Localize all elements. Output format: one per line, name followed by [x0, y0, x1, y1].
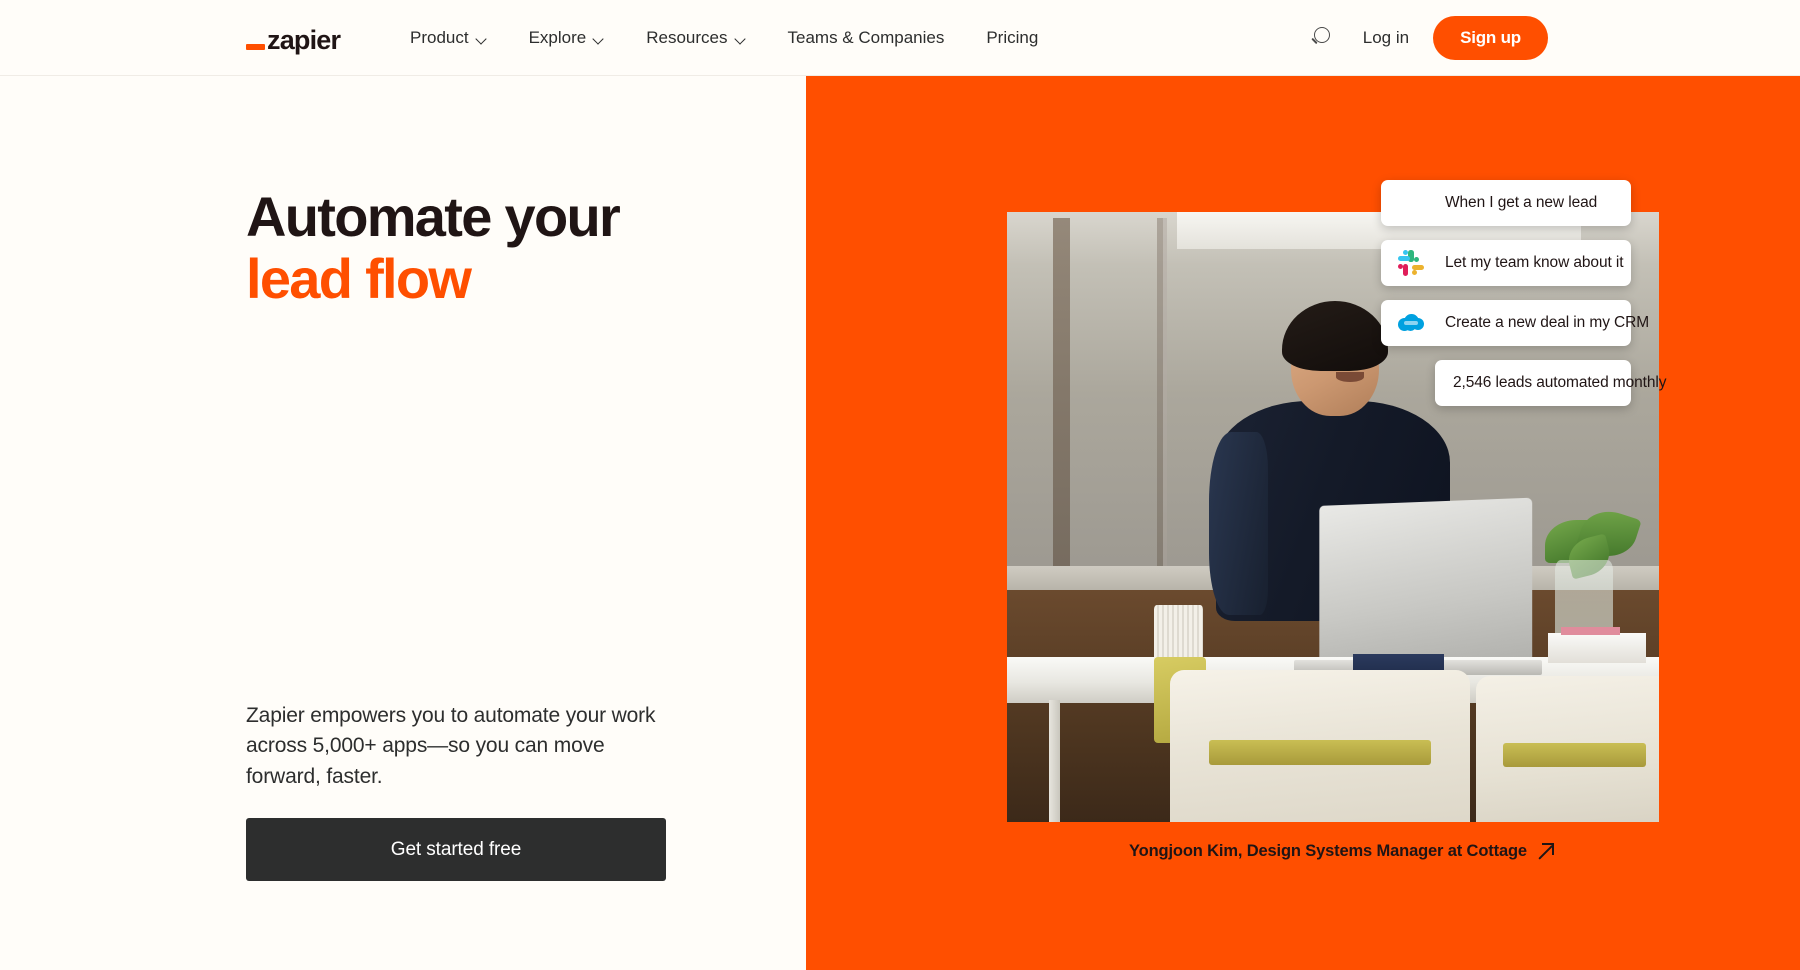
primary-nav: Product Explore Resources Teams & Compan…: [410, 0, 1038, 76]
nav-item-resources[interactable]: Resources: [646, 28, 745, 48]
chevron-down-icon: [593, 35, 604, 42]
headline-line-2: lead flow: [246, 248, 766, 310]
photo-caption-link[interactable]: Yongjoon Kim, Design Systems Manager at …: [1022, 836, 1662, 866]
nav-item-label: Pricing: [986, 28, 1038, 48]
workflow-card-label: Create a new deal in my CRM: [1445, 314, 1649, 332]
photo-papers: [1548, 633, 1646, 664]
photo-person-smile: [1336, 372, 1363, 382]
login-link[interactable]: Log in: [1363, 28, 1409, 48]
workflow-card-stat[interactable]: 2,546 leads automated monthly: [1435, 360, 1631, 406]
photo-papers-accent: [1561, 627, 1620, 636]
workflow-card-label: Let my team know about it: [1445, 254, 1623, 272]
nav-item-teams-and-companies[interactable]: Teams & Companies: [788, 28, 945, 48]
photo-table-leg: [1049, 700, 1059, 822]
workflow-stat-label: 2,546 leads automated monthly: [1453, 374, 1666, 392]
photo-chair-cushion: [1503, 743, 1646, 767]
logo-dash-icon: [246, 44, 265, 50]
photo-chair-cushion: [1209, 740, 1431, 766]
nav-item-pricing[interactable]: Pricing: [986, 28, 1038, 48]
headline-line-1: Automate your: [246, 185, 619, 248]
page-root: zapier Product Explore Resources Teams &…: [0, 0, 1800, 970]
workflow-card-action-salesforce[interactable]: Create a new deal in my CRM: [1381, 300, 1631, 346]
chevron-down-icon: [476, 35, 487, 42]
photo-person-arm: [1209, 432, 1268, 615]
workflow-card-label: When I get a new lead: [1445, 194, 1597, 212]
nav-item-product[interactable]: Product: [410, 28, 487, 48]
hero-right-panel: When I get a new lead Let my team know a…: [806, 76, 1800, 970]
facebook-icon: [1398, 190, 1424, 216]
arrow-up-right-icon: [1538, 843, 1555, 860]
page-title: Automate your lead flow: [246, 186, 766, 309]
nav-item-label: Explore: [529, 28, 587, 48]
top-navbar: zapier Product Explore Resources Teams &…: [0, 0, 1800, 76]
navbar-actions: Log in Sign up: [1307, 0, 1548, 76]
search-icon[interactable]: [1307, 23, 1337, 53]
logo-wordmark: zapier: [267, 27, 340, 54]
photo-caption-text: Yongjoon Kim, Design Systems Manager at …: [1129, 842, 1527, 861]
hero-subtext: Zapier empowers you to automate your wor…: [246, 701, 666, 792]
zapier-logo[interactable]: zapier: [246, 20, 340, 54]
slack-icon: [1398, 250, 1424, 276]
signup-button[interactable]: Sign up: [1433, 16, 1548, 60]
hero-left-column: Automate your lead flow Zapier empowers …: [0, 76, 806, 970]
workflow-card-trigger[interactable]: When I get a new lead: [1381, 180, 1631, 226]
photo-wall-post: [1053, 218, 1070, 590]
get-started-free-button[interactable]: Get started free: [246, 818, 666, 881]
nav-item-label: Resources: [646, 28, 727, 48]
salesforce-icon: [1398, 310, 1424, 336]
workflow-card-action-slack[interactable]: Let my team know about it: [1381, 240, 1631, 286]
photo-wall-seam: [1163, 218, 1166, 590]
nav-item-explore[interactable]: Explore: [529, 28, 605, 48]
nav-item-label: Product: [410, 28, 469, 48]
photo-laptop-screen: [1320, 497, 1533, 670]
nav-item-label: Teams & Companies: [788, 28, 945, 48]
chevron-down-icon: [735, 35, 746, 42]
